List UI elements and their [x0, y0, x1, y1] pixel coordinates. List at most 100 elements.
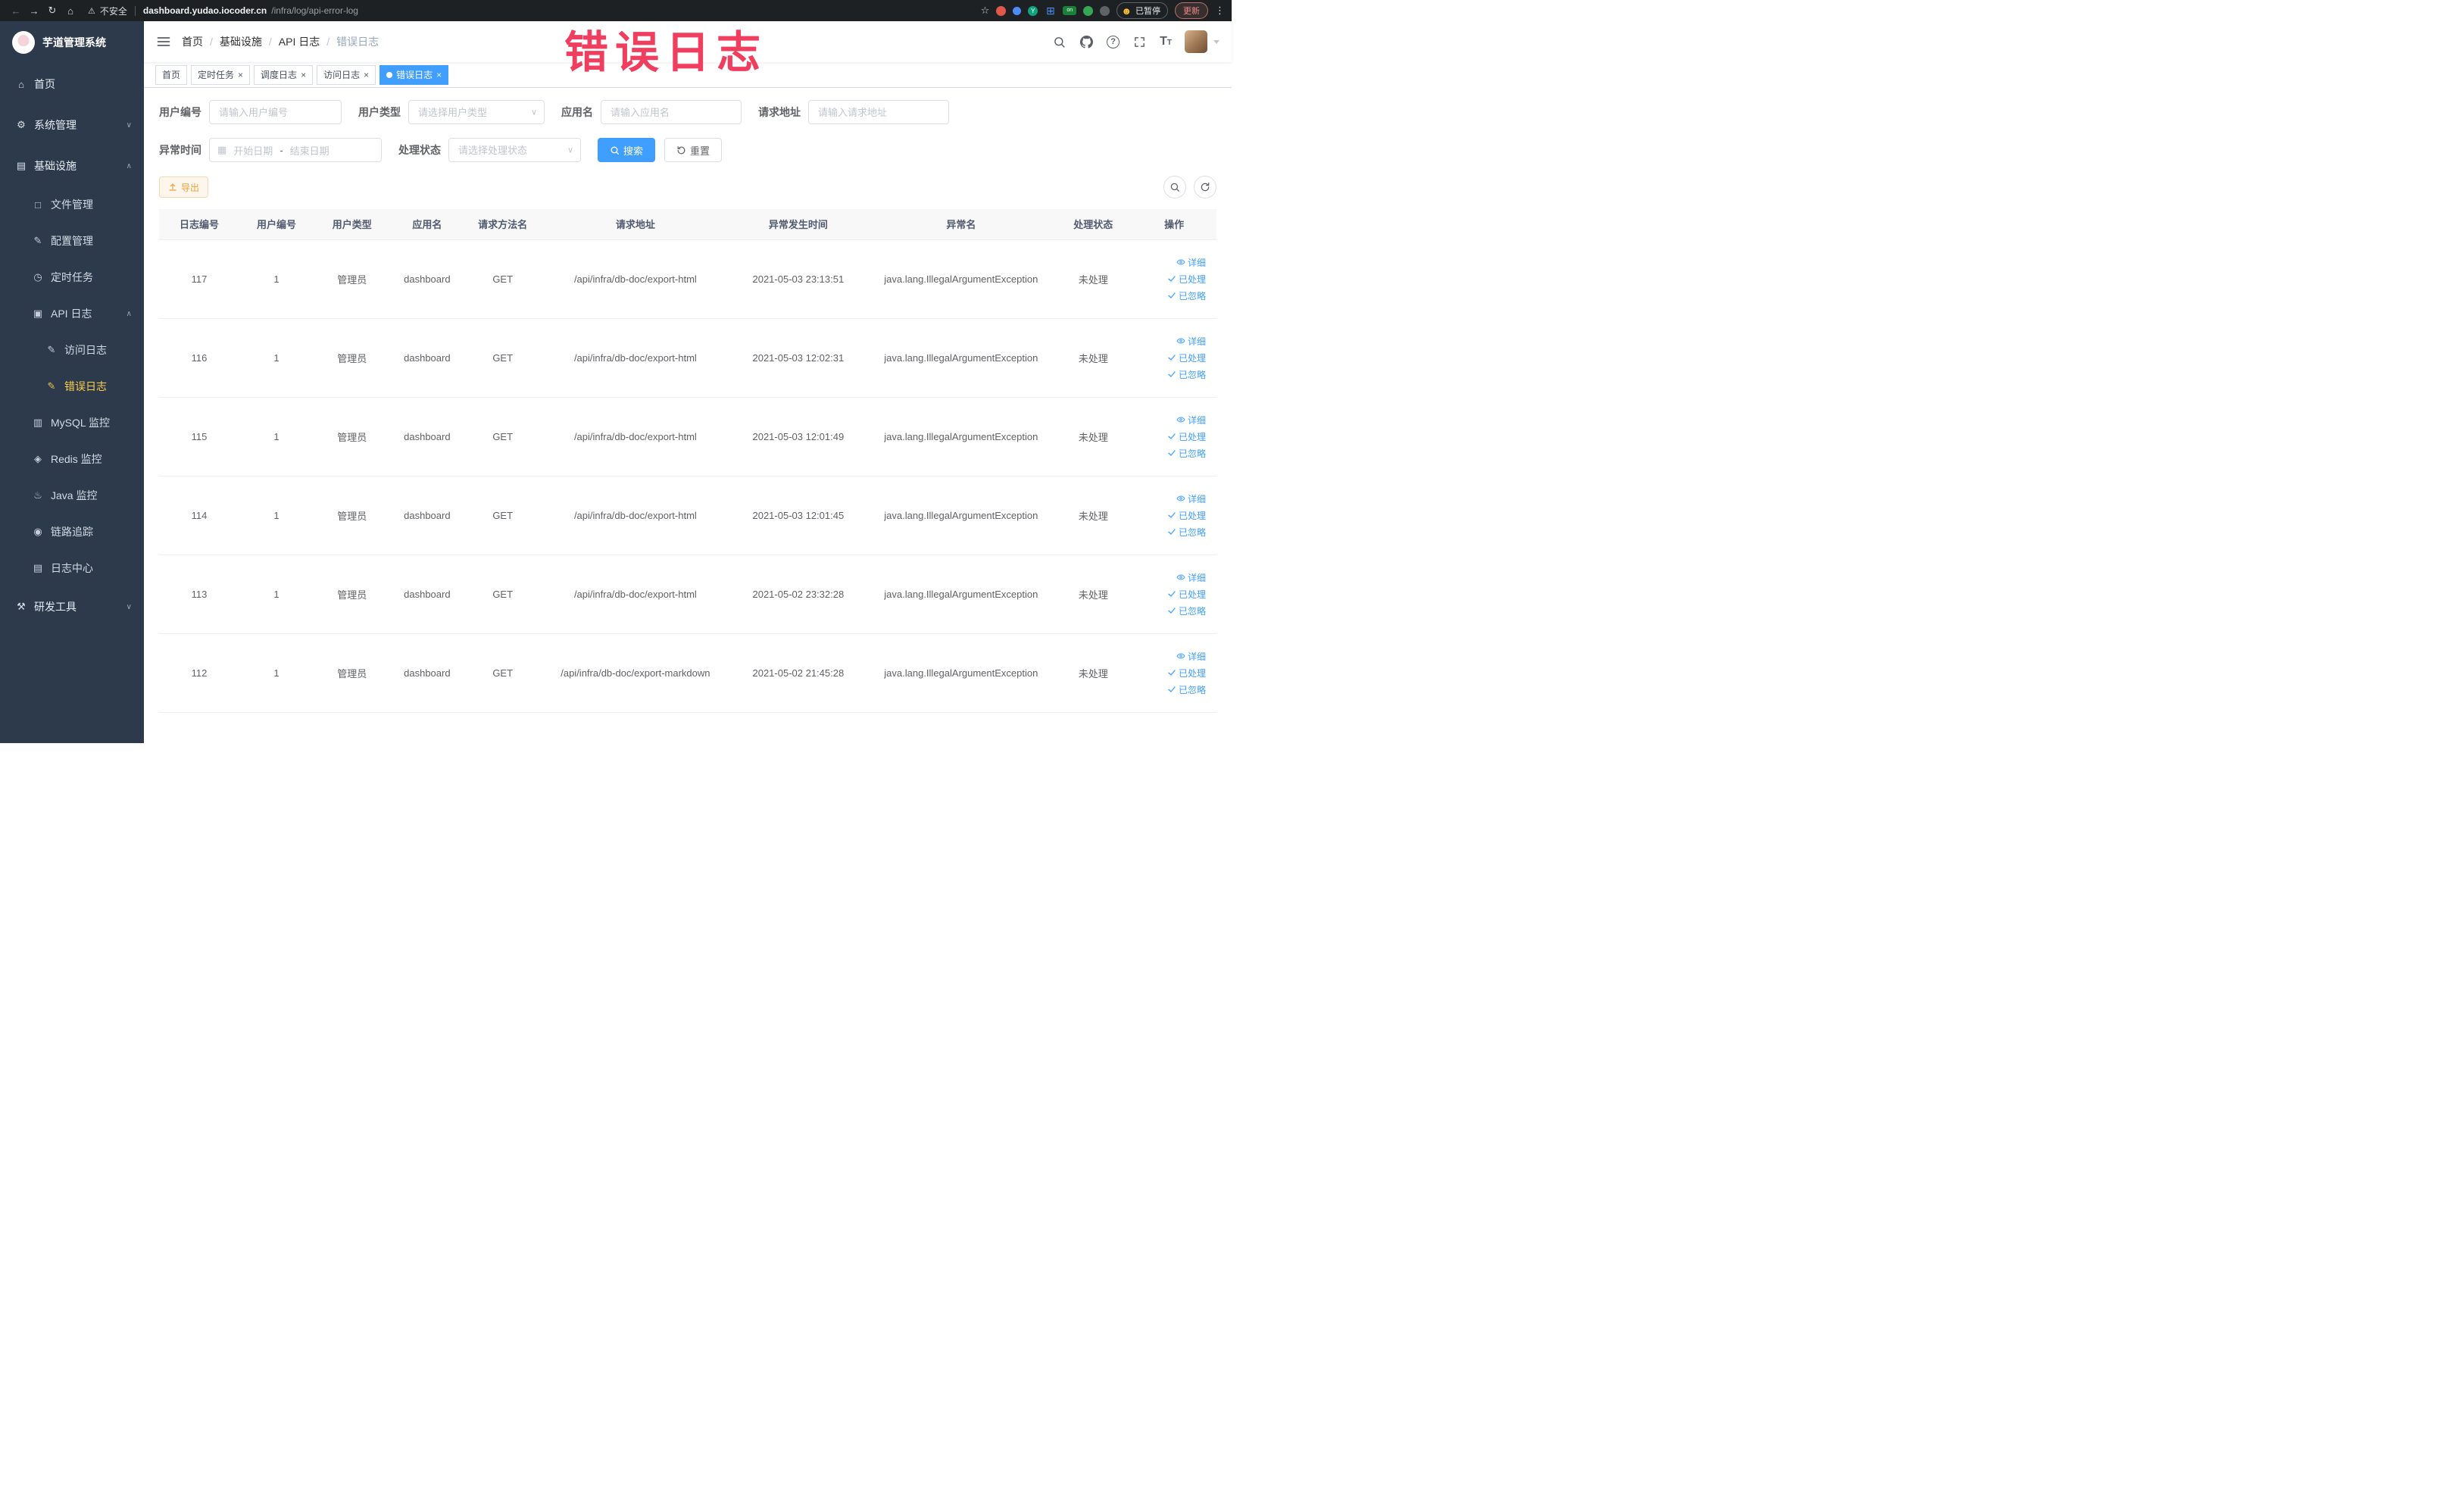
- detail-link[interactable]: 详细: [1176, 571, 1206, 584]
- sidebar-item-label: 系统管理: [34, 119, 77, 131]
- app-logo[interactable]: 芋道管理系统: [0, 21, 144, 64]
- sidebar-item[interactable]: ◷ 定时任务: [0, 259, 144, 295]
- sidebar-item[interactable]: ◉ 链路追踪: [0, 514, 144, 550]
- breadcrumb-item[interactable]: 首页: [182, 34, 203, 49]
- mark-processed-link[interactable]: 已处理: [1167, 351, 1206, 364]
- search-toggle-button[interactable]: [1163, 176, 1186, 198]
- back-icon[interactable]: ←: [8, 5, 24, 17]
- sidebar-item[interactable]: ✎ 错误日志: [0, 368, 144, 405]
- browser-home-icon[interactable]: ⌂: [62, 5, 79, 17]
- fullscreen-icon[interactable]: [1132, 35, 1147, 49]
- extension-icon[interactable]: [996, 5, 1007, 16]
- extension-icon[interactable]: ⊞: [1045, 5, 1056, 17]
- detail-link[interactable]: 详细: [1176, 414, 1206, 426]
- mark-processed-link[interactable]: 已处理: [1167, 430, 1206, 443]
- process-status-select[interactable]: [448, 138, 581, 162]
- user-id-input[interactable]: [209, 100, 342, 124]
- breadcrumb-item[interactable]: 错误日志: [336, 34, 379, 49]
- sidebar-item[interactable]: ▤ 日志中心: [0, 550, 144, 586]
- detail-link[interactable]: 详细: [1176, 650, 1206, 663]
- bookmark-star-icon[interactable]: ☆: [981, 5, 990, 17]
- close-icon[interactable]: ×: [436, 70, 442, 80]
- extension-icon[interactable]: [1083, 5, 1094, 16]
- search-icon: [611, 146, 620, 155]
- column-header: 处理状态: [1054, 209, 1132, 240]
- close-icon[interactable]: ×: [238, 70, 243, 80]
- reset-button-label: 重置: [690, 145, 710, 157]
- sidebar-item[interactable]: □ 文件管理: [0, 186, 144, 223]
- view-tab[interactable]: 调度日志 ×: [254, 64, 314, 85]
- export-button[interactable]: 导出: [159, 177, 209, 198]
- mark-ignored-link[interactable]: 已忽略: [1167, 447, 1206, 460]
- mark-processed-link[interactable]: 已处理: [1167, 509, 1206, 522]
- mark-ignored-link[interactable]: 已忽略: [1167, 368, 1206, 381]
- check-icon: [1168, 529, 1176, 535]
- detail-link[interactable]: 详细: [1176, 256, 1206, 269]
- request-url-input[interactable]: [808, 100, 949, 124]
- sidebar-item-label: 研发工具: [34, 601, 77, 613]
- cell-log-id: 114: [159, 476, 240, 555]
- trace-icon: ◉: [33, 526, 42, 537]
- close-icon[interactable]: ×: [364, 70, 369, 80]
- view-tab[interactable]: 定时任务 ×: [191, 64, 251, 85]
- exception-time-range[interactable]: ▦ 开始日期 - 结束日期: [209, 138, 382, 162]
- sidebar-item[interactable]: ⚒ 研发工具 ∨: [0, 586, 144, 627]
- reload-icon[interactable]: ↻: [44, 5, 61, 17]
- edit-icon: ✎: [47, 380, 56, 392]
- github-icon[interactable]: [1079, 35, 1094, 49]
- detail-link[interactable]: 详细: [1176, 335, 1206, 348]
- column-header: 日志编号: [159, 209, 240, 240]
- cell-user-id: 1: [239, 633, 314, 713]
- cell-actions: 详细 已处理 已忽略: [1132, 633, 1216, 713]
- url-bar[interactable]: ⚠ 不安全 dashboard.yudao.iocoder.cn/infra/l…: [88, 5, 972, 17]
- forward-icon[interactable]: →: [26, 5, 42, 17]
- view-tab[interactable]: 错误日志 ×: [379, 64, 449, 85]
- sidebar-item[interactable]: ✎ 访问日志: [0, 332, 144, 368]
- browser-menu-icon[interactable]: ⋮: [1215, 5, 1225, 17]
- sidebar-item[interactable]: ♨ Java 监控: [0, 477, 144, 514]
- reset-button[interactable]: 重置: [664, 138, 723, 162]
- sidebar-toggle-icon[interactable]: [156, 34, 171, 49]
- sidebar-item[interactable]: ▤ 基础设施 ∧: [0, 145, 144, 186]
- cell-app-name: dashboard: [390, 239, 464, 319]
- search-button[interactable]: 搜索: [598, 138, 656, 162]
- close-icon[interactable]: ×: [301, 70, 306, 80]
- caret-down-icon[interactable]: [1213, 39, 1220, 44]
- refresh-button[interactable]: [1194, 176, 1216, 198]
- mark-ignored-link[interactable]: 已忽略: [1167, 526, 1206, 539]
- view-tab[interactable]: 首页: [155, 64, 188, 85]
- cell-status: 未处理: [1054, 555, 1132, 634]
- sidebar-item[interactable]: ✎ 配置管理: [0, 223, 144, 259]
- breadcrumb-item[interactable]: 基础设施: [220, 34, 262, 49]
- mark-ignored-link[interactable]: 已忽略: [1167, 604, 1206, 617]
- mark-ignored-link[interactable]: 已忽略: [1167, 683, 1206, 696]
- question-icon[interactable]: ?: [1107, 35, 1120, 48]
- app-name-input[interactable]: [601, 100, 742, 124]
- sidebar-item[interactable]: ◈ Redis 监控: [0, 441, 144, 477]
- smiley-icon: ☻: [1121, 5, 1132, 17]
- mark-ignored-link[interactable]: 已忽略: [1167, 289, 1206, 302]
- search-icon[interactable]: [1052, 35, 1066, 49]
- sidebar-item-label: 配置管理: [51, 235, 93, 247]
- extension-icon[interactable]: on: [1063, 6, 1077, 15]
- breadcrumb-item[interactable]: API 日志: [279, 34, 320, 49]
- update-button[interactable]: 更新: [1175, 2, 1208, 19]
- mark-processed-link[interactable]: 已处理: [1167, 588, 1206, 601]
- sidebar-item[interactable]: ⌂ 首页: [0, 64, 144, 105]
- paused-badge[interactable]: ☻ 已暂停: [1116, 2, 1168, 19]
- user-avatar[interactable]: [1185, 30, 1207, 53]
- cell-app-name: dashboard: [390, 318, 464, 398]
- detail-link[interactable]: 详细: [1176, 492, 1206, 505]
- api-log-icon: ▣: [33, 308, 43, 319]
- sidebar-item[interactable]: ⚙ 系统管理 ∨: [0, 105, 144, 145]
- mark-processed-link[interactable]: 已处理: [1167, 667, 1206, 679]
- sidebar-item[interactable]: ▣ API 日志 ∧: [0, 295, 144, 332]
- user-type-select[interactable]: [408, 100, 545, 124]
- mark-processed-link[interactable]: 已处理: [1167, 273, 1206, 286]
- font-size-icon[interactable]: TT: [1160, 35, 1172, 48]
- sidebar-item[interactable]: ▥ MySQL 监控: [0, 405, 144, 441]
- extension-icon[interactable]: Y: [1028, 5, 1038, 16]
- extension-icon[interactable]: [1100, 5, 1110, 16]
- extension-icon[interactable]: [1013, 6, 1022, 15]
- view-tab[interactable]: 访问日志 ×: [317, 64, 376, 85]
